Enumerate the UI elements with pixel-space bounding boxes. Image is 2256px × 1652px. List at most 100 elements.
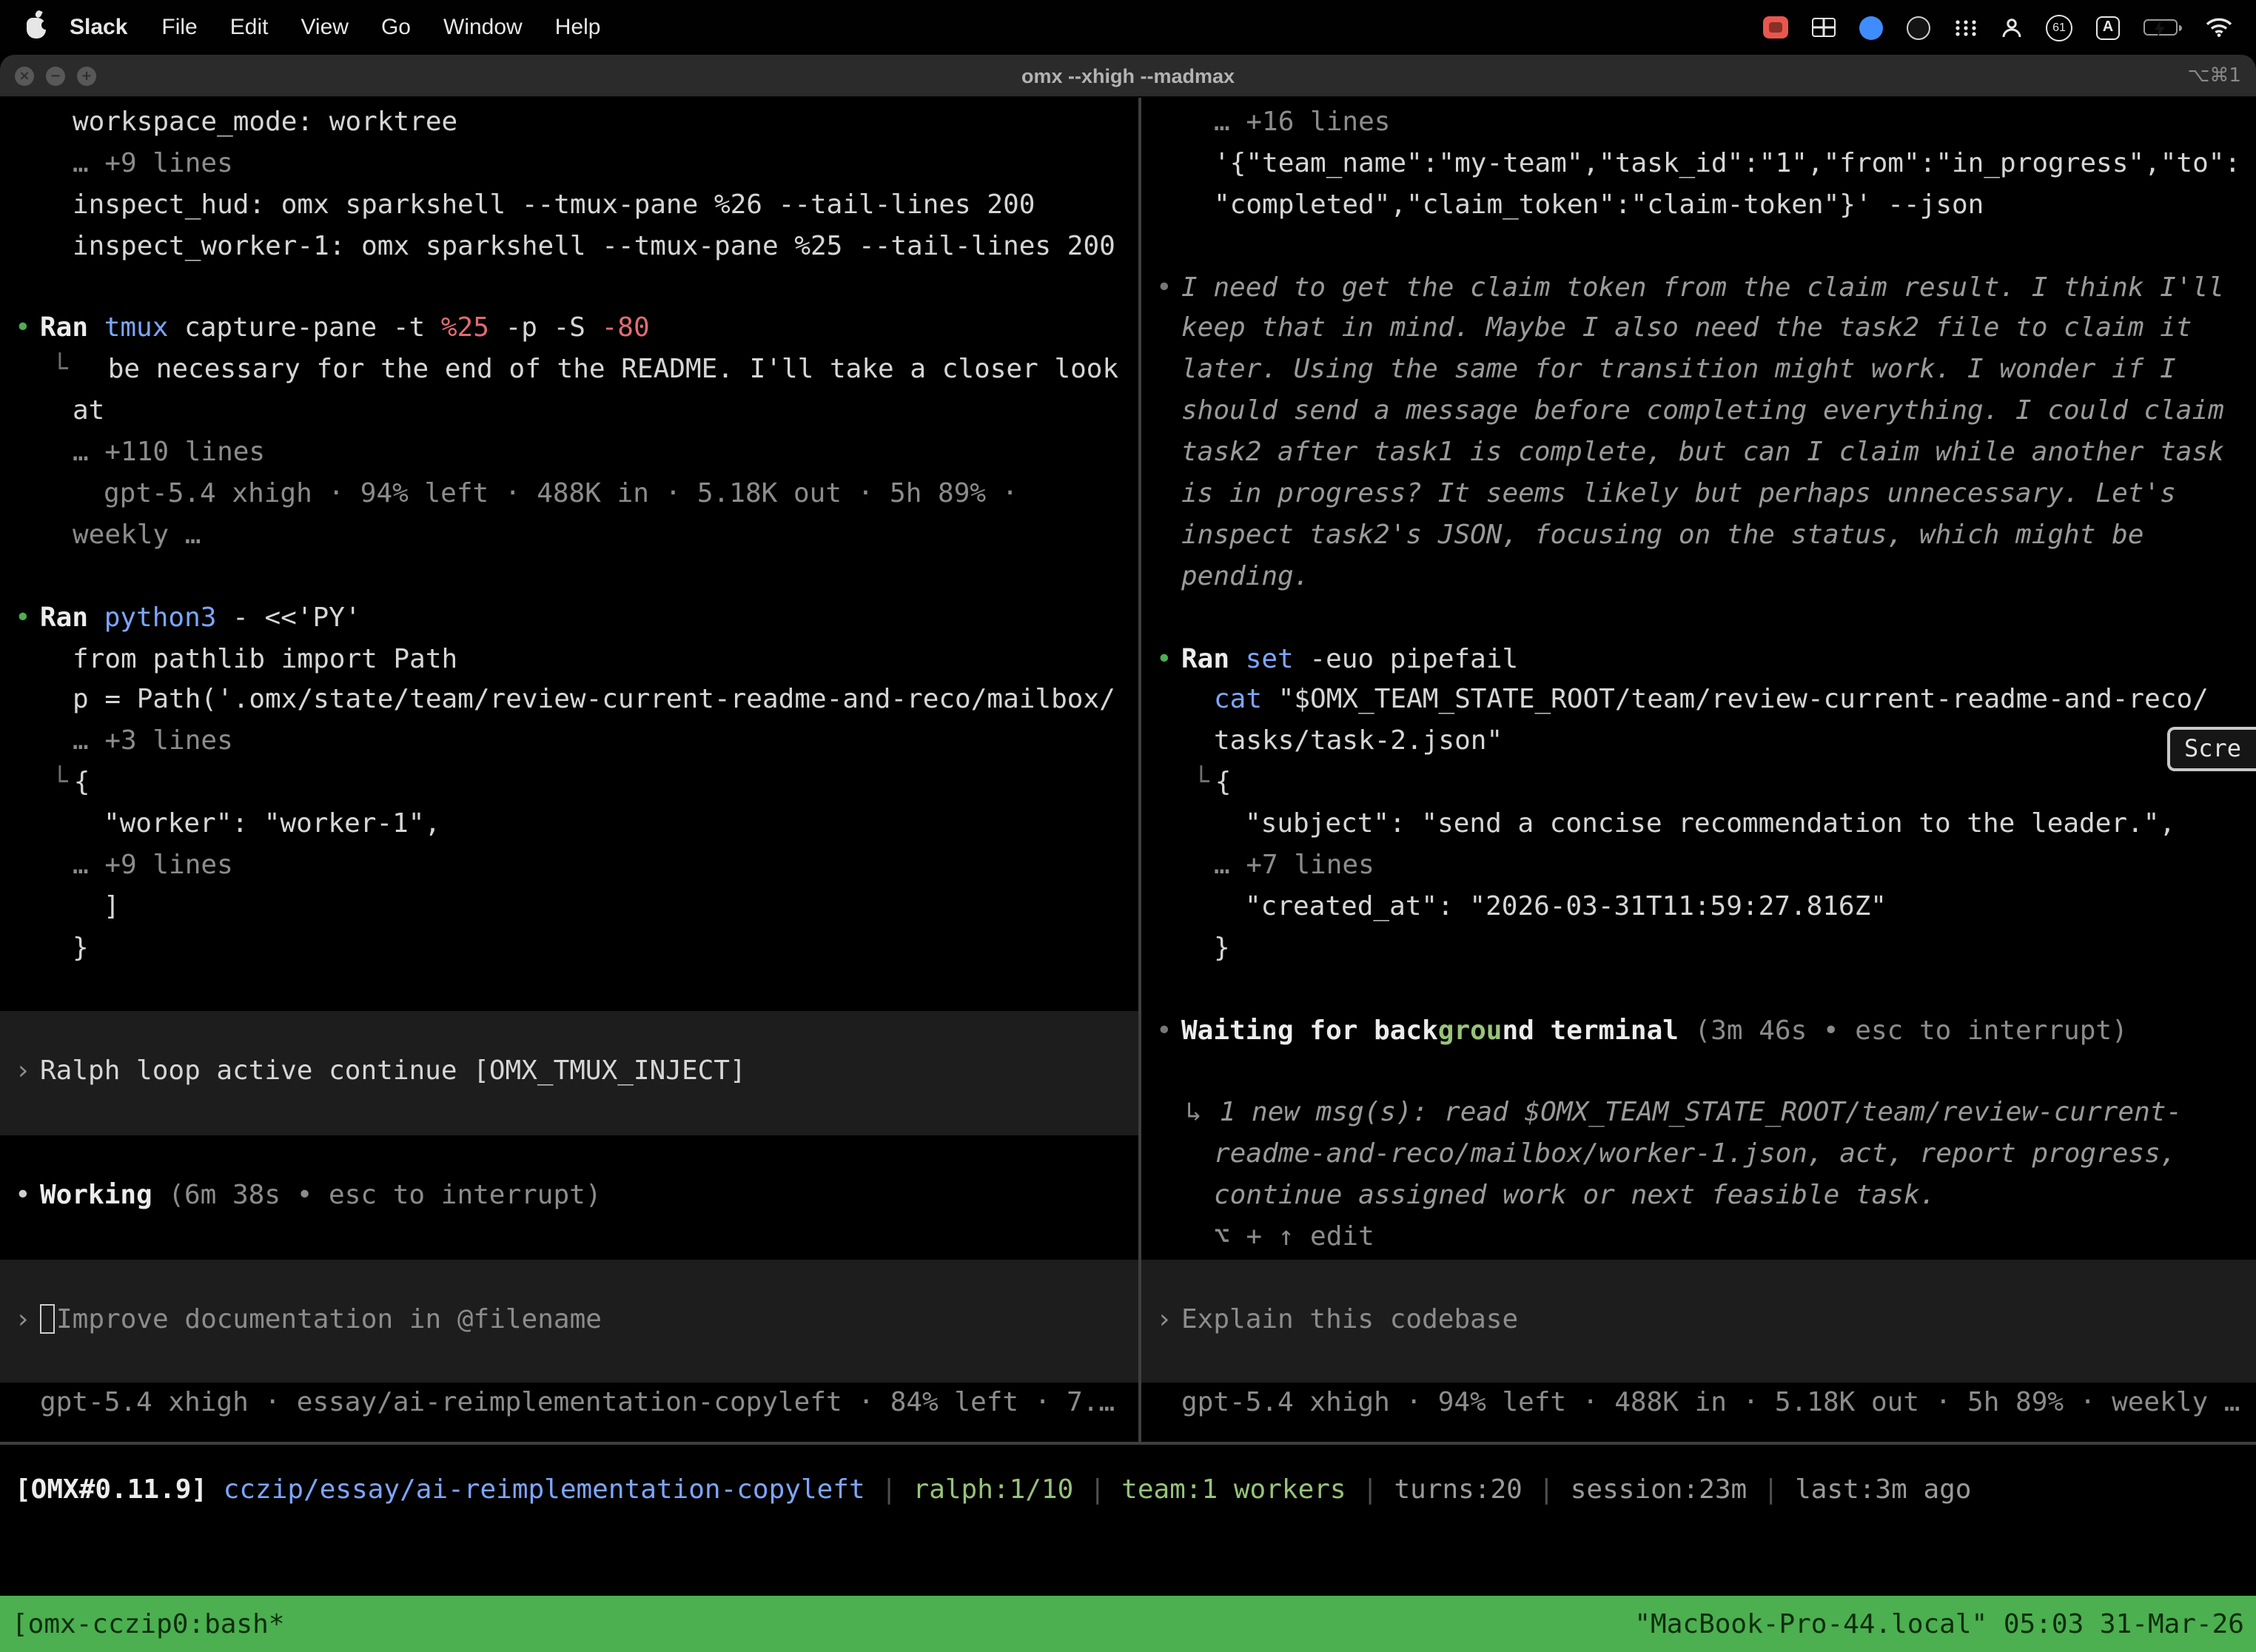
bullet-icon: • <box>1156 267 1181 309</box>
waiting-status-line: •Waiting for background terminal(3m 46s … <box>1141 1010 2256 1052</box>
inject-status-line: ›Ralph loop active continue [OMX_TMUX_IN… <box>0 1052 1138 1093</box>
omx-team: team:1 workers <box>1121 1474 1346 1505</box>
pane-shortcut-badge: ⌥⌘1 <box>2187 55 2241 98</box>
terminal-line: inspect_worker-1: omx sparkshell --tmux-… <box>0 226 1138 267</box>
screen-share-overlay: Scre <box>2168 727 2256 771</box>
mailbox-note-line: readme-and-reco/mailbox/worker-1.json, a… <box>1141 1135 2256 1176</box>
bullet-icon: • <box>15 309 40 350</box>
input-placeholder: Improve documentation in @filename <box>56 1304 602 1335</box>
close-button[interactable]: × <box>15 67 34 86</box>
zoom-button[interactable]: + <box>77 67 96 86</box>
blue-app-icon[interactable] <box>1859 16 1883 39</box>
omx-branch: cczip/essay/ai-reimplementation-copyleft <box>224 1474 865 1505</box>
terminal-line: └{ <box>1141 763 2256 805</box>
terminal-line: tasks/task-2.json" <box>1141 722 2256 763</box>
terminal-line: inspect_hud: omx sparkshell --tmux-pane … <box>0 185 1138 226</box>
terminal-line: workspace_mode: worktree <box>0 102 1138 144</box>
ran-python-line: •Ran python3 - <<'PY' <box>0 597 1138 639</box>
wifi-icon[interactable] <box>2206 18 2232 37</box>
minimize-button[interactable]: − <box>46 67 65 86</box>
terminal-window: × − + omx --xhigh --madmax ⌥⌘1 workspace… <box>0 55 2256 1652</box>
ran-set-line: •Ran set -euo pipefail <box>1141 639 2256 680</box>
working-status-line: •Working(6m 38s • esc to interrupt) <box>0 1175 1138 1217</box>
ran-tmux-line: •Ran tmux capture-pane -t %25 -p -S -80 <box>0 309 1138 350</box>
thinking-line: pending. <box>1141 557 2256 598</box>
right-pane-status: gpt-5.4 xhigh · 94% left · 488K in · 5.1… <box>1141 1382 2256 1423</box>
terminal-line: p = Path('.omx/state/team/review-current… <box>0 680 1138 722</box>
terminal-line: } <box>0 928 1138 970</box>
menu-window[interactable]: Window <box>427 15 539 40</box>
terminal-line: ] <box>0 887 1138 928</box>
grid-window-icon[interactable] <box>1812 18 1836 37</box>
pane-divider-horizontal <box>0 1442 2256 1445</box>
thinking-line: keep that in mind. Maybe I also need the… <box>1141 309 2256 350</box>
thinking-line: inspect task2's JSON, focusing on the st… <box>1141 515 2256 557</box>
menu-view[interactable]: View <box>284 15 365 40</box>
bullet-icon: • <box>15 597 40 639</box>
terminal-line: } <box>1141 928 2256 970</box>
battery-icon[interactable] <box>2143 19 2182 36</box>
thinking-line: later. Using the same for transition mig… <box>1141 350 2256 392</box>
screen-recording-icon[interactable] <box>1763 16 1788 38</box>
terminal-line: └be necessary for the end of the README.… <box>0 350 1138 392</box>
edit-hint: ⌥ + ↑ edit <box>1141 1217 2256 1258</box>
bullet-icon: • <box>15 1175 40 1217</box>
prompt-chevron-icon: › <box>15 1300 40 1341</box>
terminal-line: '{"team_name":"my-team","task_id":"1","f… <box>1141 144 2256 185</box>
terminal-line: └{ <box>0 763 1138 805</box>
window-controls: × − + <box>15 55 96 98</box>
menu-bar-left: Slack File Edit View Go Window Help <box>0 15 617 40</box>
thinking-line: should send a message before completing … <box>1141 391 2256 432</box>
dots-grid-icon[interactable] <box>1954 19 1978 36</box>
menu-app-name[interactable]: Slack <box>46 15 145 40</box>
terminal-line: … +16 lines <box>1141 102 2256 144</box>
input-source-icon[interactable]: A <box>2096 16 2120 39</box>
menu-help[interactable]: Help <box>539 15 617 40</box>
command-name: cat <box>1214 685 1262 716</box>
tree-branch-icon: └ <box>52 768 68 799</box>
overlay-label: Scre <box>2184 734 2241 762</box>
menu-go[interactable]: Go <box>365 15 427 40</box>
omx-session: session:23m <box>1571 1474 1747 1505</box>
terminal-line: … +7 lines <box>1141 845 2256 887</box>
command-name: tmux <box>88 313 168 344</box>
command-name: set <box>1229 643 1294 674</box>
mailbox-note-line: ↳1 new msg(s): read $OMX_TEAM_STATE_ROOT… <box>1141 1093 2256 1135</box>
window-titlebar: × − + omx --xhigh --madmax ⌥⌘1 <box>0 55 2256 98</box>
thinking-line: task2 after task1 is complete, but can I… <box>1141 432 2256 474</box>
bullet-icon: • <box>1156 639 1181 680</box>
terminal-line: gpt-5.4 xhigh · 94% left · 488K in · 5.1… <box>0 474 1138 515</box>
terminal-line: … +3 lines <box>0 722 1138 763</box>
circled-61-badge[interactable]: 61 <box>2046 14 2072 41</box>
prompt-chevron-icon: › <box>1156 1300 1181 1341</box>
menu-file[interactable]: File <box>145 15 213 40</box>
prompt-chevron-icon: › <box>15 1052 40 1093</box>
menu-edit[interactable]: Edit <box>214 15 285 40</box>
tree-branch-icon: └ <box>1193 768 1209 799</box>
right-pane[interactable]: … +16 lines '{"team_name":"my-team","tas… <box>1141 102 2256 1424</box>
dark-circle-icon[interactable] <box>1907 16 1930 39</box>
terminal-line: "completed","claim_token":"claim-token"}… <box>1141 185 2256 226</box>
thinking-line: •I need to get the claim token from the … <box>1141 267 2256 309</box>
tmux-host-clock: "MacBook-Pro-44.local" 05:03 31-Mar-26 <box>1634 1608 2244 1639</box>
terminal-line: weekly … <box>0 515 1138 557</box>
terminal-line: cat "$OMX_TEAM_STATE_ROOT/team/review-cu… <box>1141 680 2256 722</box>
terminal-line: at <box>0 391 1138 432</box>
silhouette-icon[interactable] <box>2001 17 2022 38</box>
window-title: omx --xhigh --madmax <box>0 64 2256 87</box>
tmux-session-window: [omx-cczip0:bash* <box>12 1608 284 1639</box>
mailbox-note-line: continue assigned work or next feasible … <box>1141 1175 2256 1217</box>
omx-ralph: ralph:1/10 <box>913 1474 1074 1505</box>
bullet-icon: • <box>1156 1010 1181 1052</box>
left-prompt-input[interactable]: › Improve documentation in @filename <box>0 1300 1138 1341</box>
omx-status-line: [OMX#0.11.9]cczip/essay/ai-reimplementat… <box>0 1470 2256 1511</box>
tmux-status-bar: [omx-cczip0:bash* "MacBook-Pro-44.local"… <box>0 1596 2256 1652</box>
terminal-line: … +9 lines <box>0 144 1138 185</box>
left-pane[interactable]: workspace_mode: worktree … +9 lines insp… <box>0 102 1138 1424</box>
text-cursor <box>40 1304 55 1334</box>
omx-turns: turns:20 <box>1394 1474 1522 1505</box>
tree-branch-icon: └ <box>52 355 68 386</box>
apple-menu-icon[interactable] <box>27 17 46 38</box>
right-prompt-input[interactable]: ›Explain this codebase <box>1141 1300 2256 1341</box>
terminal-content[interactable]: workspace_mode: worktree … +9 lines insp… <box>0 98 2256 1652</box>
